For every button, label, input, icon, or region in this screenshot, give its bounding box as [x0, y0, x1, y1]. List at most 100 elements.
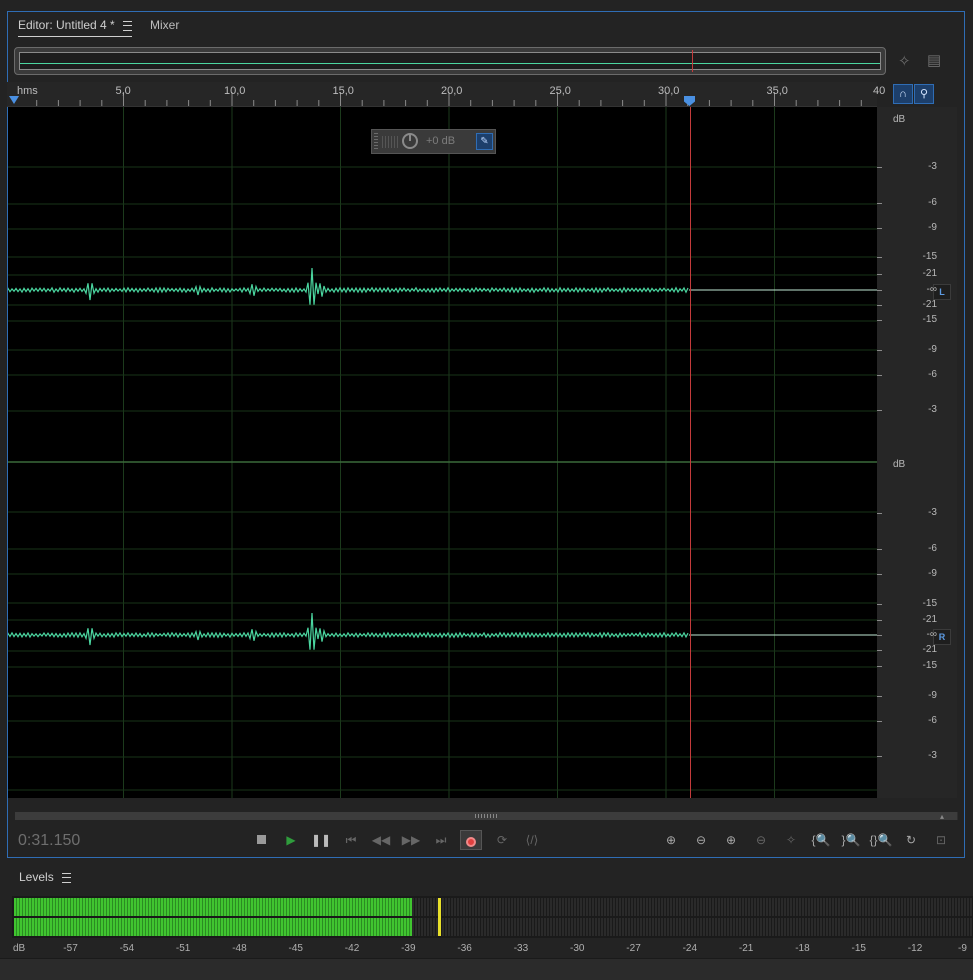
selection-start-handle[interactable] — [9, 96, 19, 104]
overview-zoom-navigator[interactable] — [14, 47, 886, 75]
playhead-line[interactable] — [690, 107, 691, 798]
tab-mixer[interactable]: Mixer — [150, 18, 179, 32]
stop-icon — [256, 835, 266, 844]
previous-button[interactable]: ⏮ — [340, 830, 362, 850]
current-time-display: 0:31.150 — [18, 832, 81, 849]
hud-volume-value: +0 dB — [426, 135, 456, 147]
levels-scale-label: -36 — [457, 943, 472, 954]
levels-scale-label: -15 — [851, 943, 866, 954]
panel-menu-icon[interactable] — [122, 20, 132, 31]
waveform-left-channel — [8, 267, 689, 305]
time-ruler[interactable]: hms 5,0 10,0 15,0 20,0 25,0 30,0 35,0 40 — [7, 82, 885, 107]
db-scale-tick — [877, 290, 882, 291]
db-scale-label: -9 — [928, 690, 937, 701]
db-scale-tick — [877, 635, 882, 636]
ruler-label: 10,0 — [224, 85, 246, 97]
zoom-out-point-button[interactable]: }🔍 — [839, 830, 863, 850]
skip-forward-icon: ⏭ — [435, 833, 447, 847]
snapping-toggle-icon[interactable]: ∩ — [893, 84, 913, 104]
db-scale-label: -21 — [922, 644, 937, 655]
pin-icon[interactable]: ✎ — [476, 133, 493, 150]
levels-scale-label: -51 — [175, 943, 191, 954]
fast-forward-button[interactable]: ▶▶ — [400, 830, 422, 850]
record-button[interactable] — [460, 830, 482, 850]
rewind-button[interactable]: ◀◀ — [370, 830, 392, 850]
db-scale-tick — [877, 696, 882, 697]
loop-icon: ⟳ — [496, 833, 508, 847]
hud-level-icon — [382, 136, 398, 148]
db-scale-label: -6 — [928, 369, 937, 380]
db-scale-tick — [877, 620, 882, 621]
zoom-selection-button[interactable]: ✧ — [779, 830, 803, 850]
db-scale-label: -9 — [928, 344, 937, 355]
zoom-out-time-button[interactable]: ⊖ — [749, 830, 773, 850]
db-scale-label: dB — [893, 114, 906, 125]
ruler-label: 30,0 — [658, 85, 680, 97]
db-scale-label: -21 — [922, 299, 937, 310]
loop-button[interactable]: ⟳ — [491, 830, 513, 850]
tab-editor[interactable]: Editor: Untitled 4 * — [18, 18, 132, 37]
pause-icon: ❚❚ — [310, 833, 332, 847]
hud-volume-control[interactable]: +0 dB ✎ — [371, 129, 496, 154]
db-scale-tick — [877, 666, 882, 667]
db-scale-label: -3 — [928, 404, 937, 415]
db-scale-tick — [877, 513, 882, 514]
peak-hold-indicator — [438, 898, 441, 936]
waveform-display[interactable] — [8, 107, 877, 798]
zoom-full-icon: {}🔍 — [869, 833, 893, 847]
zoom-full-button[interactable]: {}🔍 — [869, 830, 893, 850]
db-scale-tick — [877, 305, 882, 306]
db-scale-tick — [877, 167, 882, 168]
tab-editor-label: Editor: Untitled 4 * — [18, 18, 115, 32]
db-scale-label: -15 — [922, 251, 937, 262]
scroll-grip-icon — [475, 814, 499, 818]
zoom-out-amplitude-button[interactable]: ⊖ — [689, 830, 713, 850]
skip-selection-button[interactable]: ⟨/⟩ — [521, 830, 543, 850]
horizontal-scrollbar[interactable]: ▴ — [15, 812, 958, 821]
levels-panel-title[interactable]: Levels — [19, 870, 71, 884]
play-button[interactable]: ▶ — [280, 830, 302, 850]
zoom-tracks-button[interactable]: ⊡ — [929, 830, 953, 850]
levels-menu-icon[interactable] — [61, 872, 71, 883]
zoom-in-point-button[interactable]: {🔍 — [809, 830, 833, 850]
scrollbar-thumb[interactable] — [15, 812, 957, 820]
ruler-label: 15,0 — [332, 85, 354, 97]
db-scale-tick — [877, 350, 882, 351]
panel-options-icon[interactable]: ▤ — [927, 51, 941, 69]
levels-scale-label: -30 — [570, 943, 585, 954]
db-scale-tick — [877, 650, 882, 651]
stop-button[interactable] — [250, 830, 272, 850]
zoom-in-amplitude-button[interactable]: ⊕ — [659, 830, 683, 850]
zoom-in-time-button[interactable]: ⊕ — [719, 830, 743, 850]
overview-track — [19, 50, 881, 72]
volume-knob-icon[interactable] — [402, 133, 418, 149]
db-scale-label: -15 — [922, 660, 937, 671]
levels-scale-label: -18 — [795, 943, 810, 954]
levels-scale-label: -24 — [682, 943, 698, 954]
db-scale-tick — [877, 257, 882, 258]
meter-left-inactive — [412, 898, 973, 916]
zoom-in-amplitude-icon: ⊕ — [665, 833, 677, 847]
levels-scale-label: dB — [13, 943, 26, 954]
hud-grip-icon[interactable] — [374, 133, 378, 150]
zoom-to-selection-icon[interactable]: ✧ — [898, 52, 911, 70]
rewind-icon: ◀◀ — [371, 833, 391, 847]
levels-scale-label: -48 — [232, 943, 247, 954]
levels-meter[interactable] — [12, 896, 973, 938]
overview-waveform — [20, 63, 880, 64]
pause-button[interactable]: ❚❚ — [310, 830, 332, 850]
marker-pin-icon[interactable]: ⚲ — [914, 84, 934, 104]
scroll-up-icon[interactable]: ▴ — [940, 812, 944, 821]
db-scale-tick — [877, 604, 882, 605]
zoom-reset-button[interactable]: ↻ — [899, 830, 923, 850]
db-scale-label: -15 — [922, 598, 937, 609]
skip-back-icon: ⏮ — [345, 833, 357, 847]
db-scale-label: -3 — [928, 750, 937, 761]
record-icon — [466, 836, 476, 847]
levels-scale-label: -21 — [738, 943, 754, 954]
db-scale-tick — [877, 756, 882, 757]
waveform-right-channel — [8, 612, 689, 650]
play-icon: ▶ — [286, 833, 296, 847]
zoom-reset-icon: ↻ — [905, 833, 917, 847]
next-button[interactable]: ⏭ — [430, 830, 452, 850]
